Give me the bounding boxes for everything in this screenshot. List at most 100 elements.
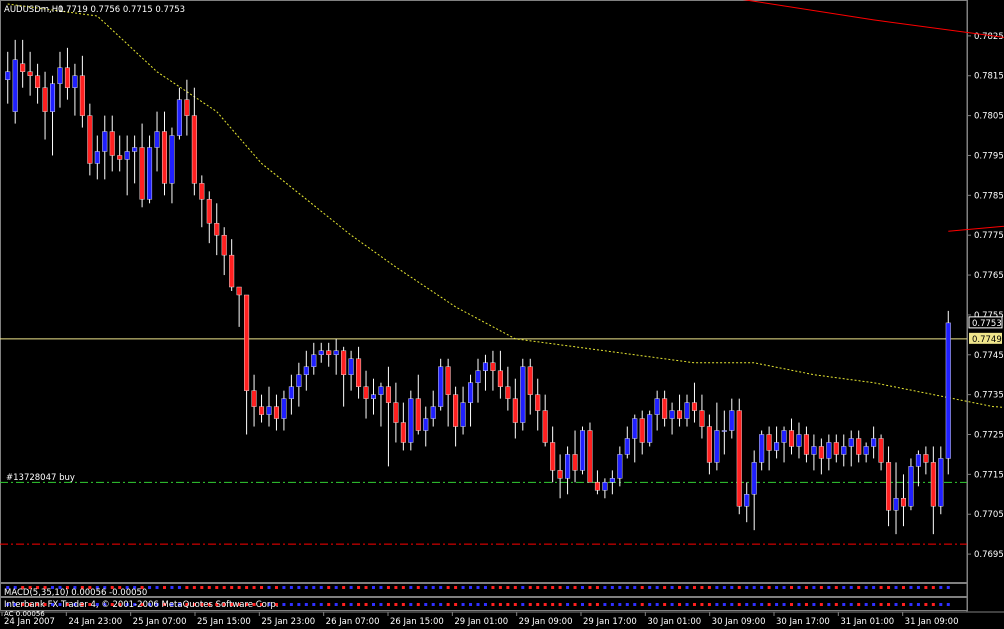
- bid-price-marker: 0.7749: [969, 332, 1002, 345]
- ac-bar: [416, 603, 420, 606]
- macd-bar: [162, 586, 166, 589]
- time-tick-label: 30 Jan 09:00: [712, 617, 766, 627]
- candle-body: [378, 386, 384, 395]
- macd-bar: [603, 586, 607, 589]
- macd-bar: [357, 586, 361, 589]
- candle-body: [691, 402, 697, 411]
- ac-bar: [543, 603, 547, 606]
- macd-bar: [797, 586, 801, 589]
- macd-bar: [409, 586, 413, 589]
- candle-body: [370, 394, 377, 399]
- ac-bar: [916, 603, 920, 606]
- candle-body: [176, 99, 182, 136]
- macd-bar: [894, 586, 898, 589]
- ac-bar: [610, 603, 614, 606]
- ac-bar: [924, 603, 928, 606]
- ac-bar: [827, 603, 831, 606]
- candle-body: [751, 462, 757, 495]
- candle-body: [400, 422, 406, 443]
- chart-symbol: AUDUSDm,H1: [4, 5, 64, 15]
- macd-bar: [588, 586, 592, 589]
- ac-bar: [819, 603, 823, 606]
- candle-body: [393, 402, 399, 423]
- candle-body: [356, 358, 362, 387]
- macd-bar: [297, 586, 301, 589]
- ac-bar: [401, 603, 405, 606]
- ac-bar: [536, 603, 540, 606]
- ac-bar: [386, 603, 390, 606]
- macd-bar: [670, 586, 674, 589]
- candle-body: [557, 470, 563, 479]
- macd-bar: [289, 586, 293, 589]
- candle-body: [199, 183, 205, 200]
- ac-bar: [931, 603, 935, 606]
- candle-body: [915, 454, 921, 467]
- candle-body: [191, 115, 197, 184]
- macd-bar: [924, 586, 928, 589]
- time-tick-label: 31 Jan 09:00: [905, 617, 959, 627]
- candle-body: [527, 366, 533, 395]
- time-tick-label: 24 Jan 2007: [4, 617, 55, 627]
- ac-bar: [551, 603, 555, 606]
- macd-bar: [655, 586, 659, 589]
- macd-bar: [222, 586, 226, 589]
- candle-body: [20, 63, 26, 72]
- macd-bar: [192, 586, 196, 589]
- time-tick-label: 30 Jan 17:00: [776, 617, 830, 627]
- ac-bar: [752, 603, 756, 606]
- candle-body: [273, 406, 279, 419]
- candle-body: [811, 446, 817, 455]
- macd-bar: [610, 586, 614, 589]
- candle-body: [27, 71, 33, 76]
- chart-ohlc: 0.7719 0.7756 0.7715 0.7753: [58, 5, 185, 15]
- candle-body: [57, 67, 63, 84]
- candle-body: [50, 83, 56, 112]
- candle-body: [617, 454, 623, 479]
- macd-bar: [454, 586, 458, 589]
- ac-bar: [349, 603, 353, 606]
- time-tick-label: 29 Jan 01:00: [454, 617, 508, 627]
- ac-bar: [625, 603, 629, 606]
- price-tick-label: 0.7705: [974, 510, 1004, 520]
- candle-body: [281, 398, 287, 419]
- candle-body: [453, 394, 459, 427]
- macd-bar: [812, 586, 816, 589]
- ac-bar: [812, 603, 816, 606]
- macd-bar: [521, 586, 525, 589]
- ac-bar: [700, 603, 704, 606]
- ac-bar: [745, 603, 749, 606]
- macd-bar: [782, 586, 786, 589]
- ac-bar: [357, 603, 361, 606]
- time-tick-label: 25 Jan 07:00: [133, 617, 187, 627]
- candle-body: [236, 286, 242, 296]
- candle-body: [736, 410, 742, 507]
- macd-label: MACD(5,35,10) 0.00056 -0.00050: [4, 588, 147, 598]
- macd-bar: [864, 586, 868, 589]
- time-tick-label: 31 Jan 01:00: [840, 617, 894, 627]
- order-label: #13728047 buy: [6, 473, 75, 483]
- candle-body: [706, 426, 712, 463]
- candle-body: [139, 147, 145, 200]
- ac-bar: [588, 603, 592, 606]
- price-tick-label: 0.7795: [974, 151, 1004, 161]
- candle-body: [684, 402, 690, 419]
- macd-bar: [581, 586, 585, 589]
- candle-body: [385, 386, 391, 403]
- macd-bar: [760, 586, 764, 589]
- candle-body: [699, 410, 705, 427]
- macd-bar: [767, 586, 771, 589]
- ac-bar: [670, 603, 674, 606]
- price-chart[interactable]: 0.78250.78150.78050.77950.77850.77750.77…: [0, 0, 1004, 629]
- price-tick-label: 0.7725: [974, 431, 1004, 441]
- candle-body: [714, 430, 720, 463]
- macd-bar: [625, 586, 629, 589]
- macd-bar: [364, 586, 368, 589]
- candle-body: [72, 75, 78, 88]
- ac-bar: [834, 603, 838, 606]
- candle-body: [475, 370, 481, 383]
- macd-bar: [648, 586, 652, 589]
- macd-bar: [887, 586, 891, 589]
- candle-body: [863, 446, 869, 455]
- ac-bar: [334, 603, 338, 606]
- candle-body: [945, 322, 951, 459]
